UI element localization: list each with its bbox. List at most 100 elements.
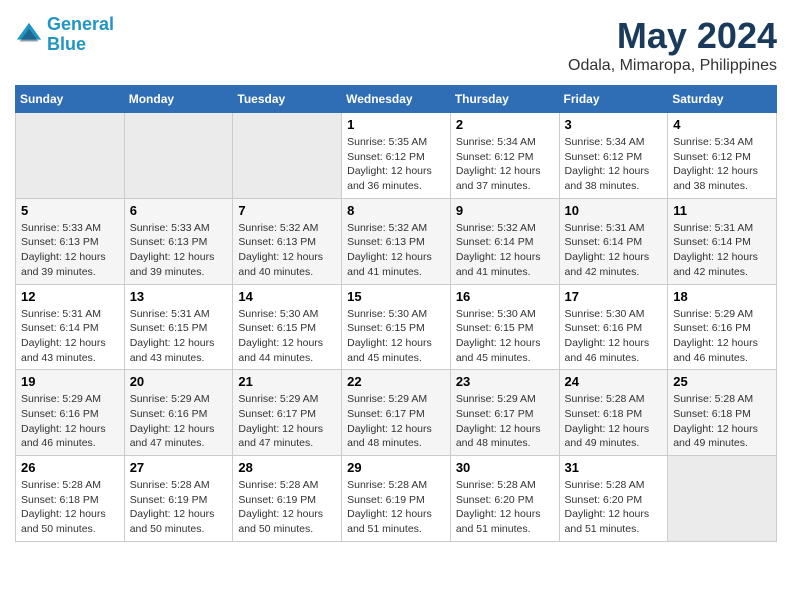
day-info: Sunrise: 5:35 AM Sunset: 6:12 PM Dayligh… (347, 135, 445, 194)
day-number: 10 (565, 203, 663, 218)
day-number: 31 (565, 460, 663, 475)
day-number: 26 (21, 460, 119, 475)
day-number: 27 (130, 460, 228, 475)
day-info: Sunrise: 5:28 AM Sunset: 6:19 PM Dayligh… (238, 478, 336, 537)
day-info: Sunrise: 5:29 AM Sunset: 6:17 PM Dayligh… (238, 392, 336, 451)
day-number: 2 (456, 117, 554, 132)
calendar-cell: 19Sunrise: 5:29 AM Sunset: 6:16 PM Dayli… (16, 370, 125, 456)
calendar-cell: 26 Sunrise: 5:28 AM Sunset: 6:18 PM Dayli… (16, 456, 125, 542)
day-info: Sunrise: 5:33 AM Sunset: 6:13 PM Dayligh… (130, 221, 228, 280)
calendar-cell: 4Sunrise: 5:34 AM Sunset: 6:12 PM Daylig… (668, 113, 777, 199)
calendar-cell: 3 Sunrise: 5:34 AM Sunset: 6:12 PM Daylig… (559, 113, 668, 199)
calendar-cell: 2 Sunrise: 5:34 AM Sunset: 6:12 PM Daylig… (450, 113, 559, 199)
calendar-cell: 16 Sunrise: 5:30 AM Sunset: 6:15 PM Dayli… (450, 284, 559, 370)
calendar-table: SundayMondayTuesdayWednesdayThursdayFrid… (15, 85, 777, 542)
day-info: Sunrise: 5:32 AM Sunset: 6:13 PM Dayligh… (347, 221, 445, 280)
calendar-cell: 18 Sunrise: 5:29 AM Sunset: 6:16 PM Dayli… (668, 284, 777, 370)
calendar-cell: 30 Sunrise: 5:28 AM Sunset: 6:20 PM Dayli… (450, 456, 559, 542)
day-number: 22 (347, 374, 445, 389)
day-number: 14 (238, 289, 336, 304)
day-info: Sunrise: 5:29 AM Sunset: 6:16 PM Dayligh… (130, 392, 228, 451)
day-info: Sunrise: 5:29 AM Sunset: 6:16 PM Dayligh… (673, 307, 771, 366)
day-number: 17 (565, 289, 663, 304)
day-number: 3 (565, 117, 663, 132)
calendar-cell: 17 Sunrise: 5:30 AM Sunset: 6:16 PM Dayli… (559, 284, 668, 370)
calendar-cell: 8 Sunrise: 5:32 AM Sunset: 6:13 PM Daylig… (342, 198, 451, 284)
day-header-friday: Friday (559, 86, 668, 113)
main-title: May 2024 (568, 15, 777, 57)
day-number: 30 (456, 460, 554, 475)
calendar-cell: 9 Sunrise: 5:32 AM Sunset: 6:14 PM Daylig… (450, 198, 559, 284)
calendar-cell: 1 Sunrise: 5:35 AM Sunset: 6:12 PM Daylig… (342, 113, 451, 199)
day-info: Sunrise: 5:32 AM Sunset: 6:14 PM Dayligh… (456, 221, 554, 280)
calendar-cell: 20 Sunrise: 5:29 AM Sunset: 6:16 PM Dayli… (124, 370, 233, 456)
day-info: Sunrise: 5:30 AM Sunset: 6:15 PM Dayligh… (238, 307, 336, 366)
day-number: 9 (456, 203, 554, 218)
day-info: Sunrise: 5:30 AM Sunset: 6:15 PM Dayligh… (456, 307, 554, 366)
day-header-sunday: Sunday (16, 86, 125, 113)
week-row-5: 26 Sunrise: 5:28 AM Sunset: 6:18 PM Dayli… (16, 456, 777, 542)
day-info: Sunrise: 5:28 AM Sunset: 6:19 PM Dayligh… (130, 478, 228, 537)
calendar-cell: 25 Sunrise: 5:28 AM Sunset: 6:18 PM Dayli… (668, 370, 777, 456)
day-info: Sunrise: 5:30 AM Sunset: 6:15 PM Dayligh… (347, 307, 445, 366)
day-number: 1 (347, 117, 445, 132)
logo: General Blue (15, 15, 114, 55)
day-info: Sunrise: 5:28 AM Sunset: 6:20 PM Dayligh… (456, 478, 554, 537)
calendar-cell: 7 Sunrise: 5:32 AM Sunset: 6:13 PM Daylig… (233, 198, 342, 284)
calendar-cell: 21 Sunrise: 5:29 AM Sunset: 6:17 PM Dayli… (233, 370, 342, 456)
day-info: Sunrise: 5:28 AM Sunset: 6:20 PM Dayligh… (565, 478, 663, 537)
day-number: 23 (456, 374, 554, 389)
day-info: Sunrise: 5:29 AM Sunset: 6:16 PM Dayligh… (21, 392, 119, 451)
calendar-cell (124, 113, 233, 199)
day-header-thursday: Thursday (450, 86, 559, 113)
calendar-cell (668, 456, 777, 542)
calendar-cell: 12Sunrise: 5:31 AM Sunset: 6:14 PM Dayli… (16, 284, 125, 370)
calendar-cell: 24 Sunrise: 5:28 AM Sunset: 6:18 PM Dayli… (559, 370, 668, 456)
calendar-cell (16, 113, 125, 199)
day-number: 20 (130, 374, 228, 389)
day-number: 15 (347, 289, 445, 304)
calendar-cell: 28 Sunrise: 5:28 AM Sunset: 6:19 PM Dayli… (233, 456, 342, 542)
day-header-monday: Monday (124, 86, 233, 113)
day-info: Sunrise: 5:30 AM Sunset: 6:16 PM Dayligh… (565, 307, 663, 366)
calendar-cell: 23 Sunrise: 5:29 AM Sunset: 6:17 PM Dayli… (450, 370, 559, 456)
calendar-cell: 6 Sunrise: 5:33 AM Sunset: 6:13 PM Daylig… (124, 198, 233, 284)
day-header-saturday: Saturday (668, 86, 777, 113)
day-number: 28 (238, 460, 336, 475)
day-number: 4 (673, 117, 771, 132)
day-number: 7 (238, 203, 336, 218)
week-row-4: 19Sunrise: 5:29 AM Sunset: 6:16 PM Dayli… (16, 370, 777, 456)
day-number: 24 (565, 374, 663, 389)
day-number: 29 (347, 460, 445, 475)
calendar-cell: 29 Sunrise: 5:28 AM Sunset: 6:19 PM Dayli… (342, 456, 451, 542)
calendar-cell: 14 Sunrise: 5:30 AM Sunset: 6:15 PM Dayli… (233, 284, 342, 370)
calendar-cell: 11Sunrise: 5:31 AM Sunset: 6:14 PM Dayli… (668, 198, 777, 284)
day-info: Sunrise: 5:32 AM Sunset: 6:13 PM Dayligh… (238, 221, 336, 280)
week-row-3: 12Sunrise: 5:31 AM Sunset: 6:14 PM Dayli… (16, 284, 777, 370)
week-row-2: 5Sunrise: 5:33 AM Sunset: 6:13 PM Daylig… (16, 198, 777, 284)
day-info: Sunrise: 5:29 AM Sunset: 6:17 PM Dayligh… (456, 392, 554, 451)
calendar-cell: 5Sunrise: 5:33 AM Sunset: 6:13 PM Daylig… (16, 198, 125, 284)
day-number: 6 (130, 203, 228, 218)
day-info: Sunrise: 5:31 AM Sunset: 6:14 PM Dayligh… (21, 307, 119, 366)
day-number: 8 (347, 203, 445, 218)
day-info: Sunrise: 5:34 AM Sunset: 6:12 PM Dayligh… (565, 135, 663, 194)
logo-icon (15, 21, 43, 49)
day-info: Sunrise: 5:31 AM Sunset: 6:14 PM Dayligh… (565, 221, 663, 280)
day-info: Sunrise: 5:34 AM Sunset: 6:12 PM Dayligh… (456, 135, 554, 194)
day-number: 25 (673, 374, 771, 389)
day-info: Sunrise: 5:28 AM Sunset: 6:18 PM Dayligh… (673, 392, 771, 451)
day-info: Sunrise: 5:28 AM Sunset: 6:19 PM Dayligh… (347, 478, 445, 537)
logo-text: General Blue (47, 15, 114, 55)
day-info: Sunrise: 5:28 AM Sunset: 6:18 PM Dayligh… (565, 392, 663, 451)
calendar-cell: 27 Sunrise: 5:28 AM Sunset: 6:19 PM Dayli… (124, 456, 233, 542)
calendar-header-row: SundayMondayTuesdayWednesdayThursdayFrid… (16, 86, 777, 113)
day-number: 13 (130, 289, 228, 304)
day-info: Sunrise: 5:28 AM Sunset: 6:18 PM Dayligh… (21, 478, 119, 537)
day-number: 18 (673, 289, 771, 304)
day-info: Sunrise: 5:33 AM Sunset: 6:13 PM Dayligh… (21, 221, 119, 280)
day-number: 16 (456, 289, 554, 304)
day-number: 21 (238, 374, 336, 389)
calendar-cell: 31 Sunrise: 5:28 AM Sunset: 6:20 PM Dayli… (559, 456, 668, 542)
day-info: Sunrise: 5:31 AM Sunset: 6:14 PM Dayligh… (673, 221, 771, 280)
